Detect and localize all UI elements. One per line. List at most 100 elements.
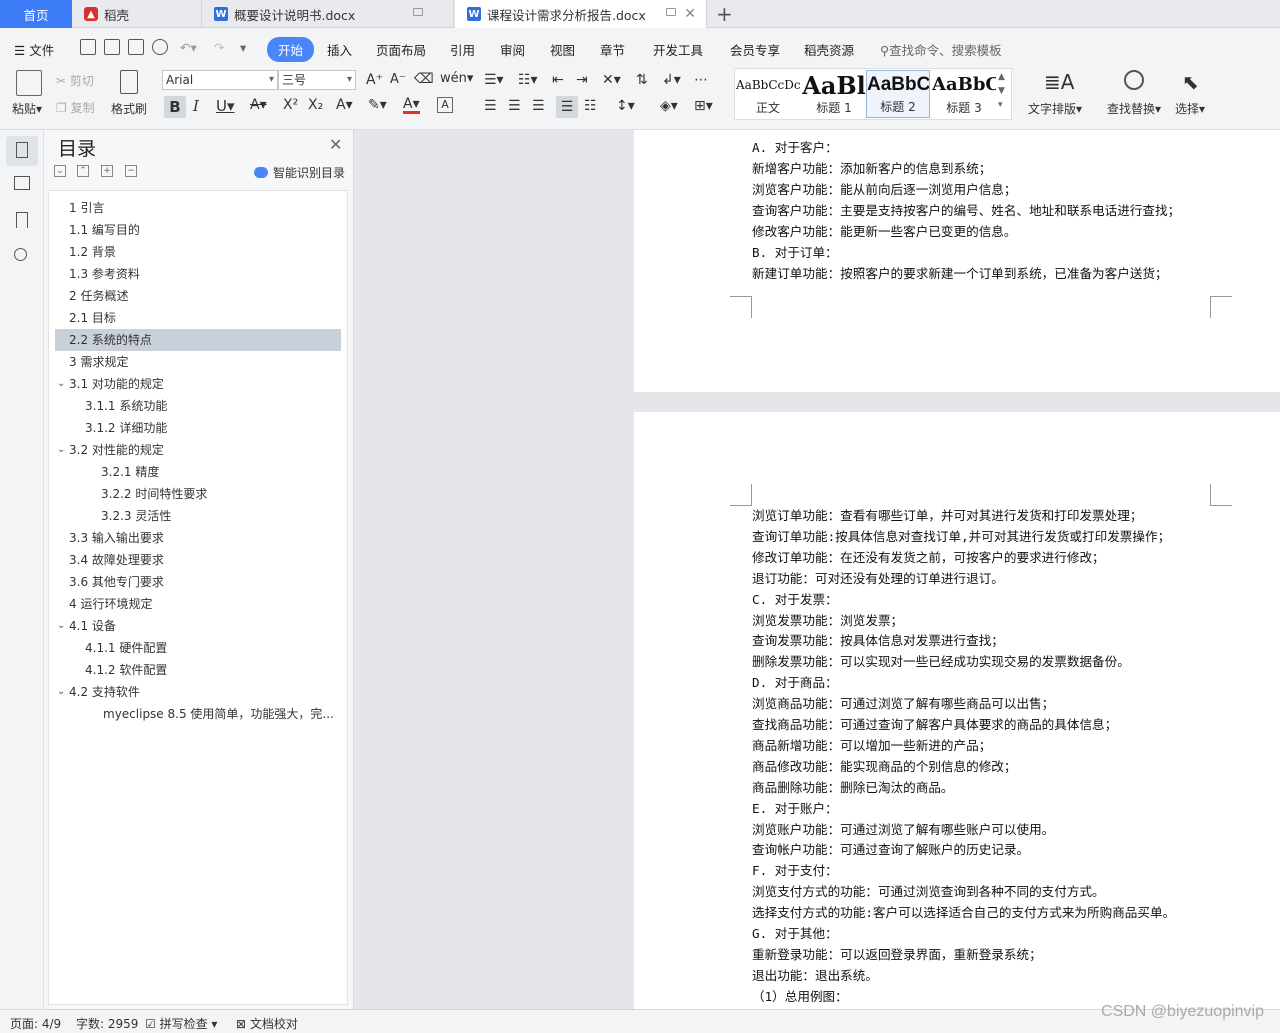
- font-size-select[interactable]: 三号: [278, 70, 356, 90]
- undo-icon[interactable]: ↶▾: [180, 40, 197, 55]
- page-indicator[interactable]: 页面: 4/9: [10, 1015, 61, 1032]
- select-cursor-icon[interactable]: ⬉: [1182, 70, 1199, 94]
- toc-item[interactable]: 3.4 故障处理要求: [55, 549, 341, 571]
- document-line[interactable]: 浏览订单功能：查看有哪些订单，并可对其进行发货和打印发票处理；: [752, 506, 1142, 526]
- toc-item[interactable]: 3.2.3 灵活性: [55, 505, 341, 527]
- toc-item[interactable]: 3.1.1 系统功能: [55, 395, 341, 417]
- toc-item[interactable]: 3.1.2 详细功能: [55, 417, 341, 439]
- paste-button[interactable]: 粘贴▾: [12, 100, 42, 117]
- document-line[interactable]: 商品修改功能：能实现商品的个别信息的修改；: [752, 757, 1016, 777]
- search-nav-icon[interactable]: [14, 248, 27, 261]
- toc-item[interactable]: 3.6 其他专门要求: [55, 571, 341, 593]
- document-line[interactable]: 删除发票功能：可以实现对一些已经成功实现交易的发票数据备份。: [752, 652, 1130, 672]
- toc-item[interactable]: ⌄ 3.2 对性能的规定: [55, 439, 341, 461]
- chinese-layout-icon[interactable]: ✕▾: [602, 72, 621, 88]
- print-preview-icon[interactable]: [152, 39, 168, 55]
- document-line[interactable]: D. 对于商品：: [752, 673, 838, 693]
- document-line[interactable]: 浏览发票功能：浏览发票；: [752, 611, 903, 631]
- menu-member[interactable]: 会员专享: [730, 40, 780, 59]
- command-search[interactable]: ⚲查找命令、搜索模板: [880, 40, 1002, 59]
- collapse-icon[interactable]: −: [125, 165, 137, 177]
- align-center-icon[interactable]: ☰: [508, 98, 521, 114]
- document-line[interactable]: A. 对于客户：: [752, 138, 838, 158]
- menu-insert[interactable]: 插入: [327, 40, 352, 59]
- increase-font-icon[interactable]: A⁺: [366, 72, 383, 88]
- bookmark-icon[interactable]: [16, 212, 28, 228]
- phonetic-guide-icon[interactable]: wén▾: [440, 71, 473, 86]
- pin-icon[interactable]: [666, 8, 676, 16]
- chapter-nav-icon[interactable]: [14, 176, 30, 190]
- tab-wps[interactable]: ▲ 稻壳: [72, 0, 202, 28]
- align-left-icon[interactable]: ☰: [484, 98, 497, 114]
- quick-access-more-icon[interactable]: ▾: [240, 40, 246, 55]
- document-line[interactable]: 查询客户功能：主要是支持按客户的编号、姓名、地址和联系电话进行查找；: [752, 201, 1180, 221]
- font-name-select[interactable]: Arial: [162, 70, 278, 90]
- toc-item[interactable]: 4.1.2 软件配置: [55, 659, 341, 681]
- menu-developer[interactable]: 开发工具: [653, 40, 703, 59]
- toc-item[interactable]: 3.3 输入输出要求: [55, 527, 341, 549]
- style-heading-2[interactable]: AaBbC 标题 2: [866, 70, 930, 118]
- document-line[interactable]: 新增客户功能：添加新客户的信息到系统；: [752, 159, 991, 179]
- collapse-all-icon[interactable]: ⌄: [54, 165, 66, 177]
- chevron-down-icon[interactable]: ⌄: [57, 439, 65, 461]
- shading-icon[interactable]: ◈▾: [660, 98, 678, 114]
- menu-docer-resources[interactable]: 稻壳资源: [804, 40, 854, 59]
- paste-icon[interactable]: [16, 70, 42, 96]
- document-line[interactable]: 修改订单功能：在还没有发货之前，可按客户的要求进行修改；: [752, 548, 1105, 568]
- toc-item[interactable]: 3.2.1 精度: [55, 461, 341, 483]
- line-spacing-icon[interactable]: ↕▾: [616, 98, 635, 114]
- toc-item[interactable]: 1.3 参考资料: [55, 263, 341, 285]
- toc-item[interactable]: 1 引言: [55, 197, 341, 219]
- spell-check-button[interactable]: ☑ 拼写检查 ▾: [145, 1015, 217, 1032]
- text-effect-button[interactable]: A▾: [336, 97, 353, 113]
- smart-toc-button[interactable]: 智能识别目录: [254, 164, 345, 181]
- style-heading-3[interactable]: AaBbC 标题 3: [932, 70, 996, 118]
- document-line[interactable]: 选择支付方式的功能:客户可以选择适合自己的支付方式来为所购商品买单。: [752, 903, 1175, 923]
- close-tab-icon[interactable]: ✕: [684, 6, 696, 22]
- toc-item[interactable]: ⌄ 4.2 支持软件: [55, 681, 341, 703]
- tab-doc-2[interactable]: W 课程设计需求分析报告.docx ✕: [455, 0, 707, 28]
- menu-chapter[interactable]: 章节: [600, 40, 625, 59]
- document-line[interactable]: 查找商品功能：可通过查询了解客户具体要求的商品的具体信息；: [752, 715, 1117, 735]
- justify-icon[interactable]: ☰: [556, 96, 578, 118]
- toc-item[interactable]: 2.1 目标: [55, 307, 341, 329]
- document-line[interactable]: 浏览账户功能：可通过浏览了解有哪些账户可以使用。: [752, 820, 1054, 840]
- style-heading-1[interactable]: AaBl 标题 1: [802, 70, 866, 118]
- document-line[interactable]: B. 对于订单：: [752, 243, 838, 263]
- save-icon[interactable]: [80, 39, 96, 55]
- word-count[interactable]: 字数: 2959: [76, 1015, 138, 1032]
- document-page[interactable]: A. 对于客户： 新增客户功能：添加新客户的信息到系统； 浏览客户功能：能从前向后逐…: [634, 130, 1280, 392]
- document-line[interactable]: （1）总用例图：: [752, 987, 848, 1007]
- expand-all-icon[interactable]: +: [101, 165, 113, 177]
- find-replace-icon[interactable]: [1124, 70, 1144, 90]
- chevron-down-icon[interactable]: ⌄: [57, 373, 65, 395]
- decrease-font-icon[interactable]: A⁻: [390, 72, 406, 87]
- toc-item[interactable]: 4 运行环境规定: [55, 593, 341, 615]
- print-icon[interactable]: [128, 39, 144, 55]
- document-line[interactable]: 修改客户功能：能更新一些客户已变更的信息。: [752, 222, 1016, 242]
- font-color-icon[interactable]: A▾: [403, 97, 420, 114]
- format-painter-icon[interactable]: [120, 70, 138, 94]
- clear-format-icon[interactable]: ⌫: [414, 71, 434, 87]
- underline-button[interactable]: U▾: [216, 97, 235, 115]
- menu-home[interactable]: 开始: [267, 37, 315, 62]
- close-icon[interactable]: ✕: [329, 135, 342, 154]
- chevron-down-icon[interactable]: ⌄: [57, 681, 65, 703]
- document-line[interactable]: G. 对于其他：: [752, 924, 838, 944]
- toc-item[interactable]: ⌄ 3.1 对功能的规定: [55, 373, 341, 395]
- document-line[interactable]: 查询发票功能：按具体信息对发票进行查找；: [752, 631, 1004, 651]
- bullet-list-icon[interactable]: ☰▾: [484, 72, 504, 88]
- decrease-indent-icon[interactable]: ⇤: [552, 72, 564, 88]
- distributed-align-icon[interactable]: ☷: [584, 98, 597, 114]
- text-direction-icon[interactable]: ⇅: [636, 72, 648, 88]
- toc-item[interactable]: 2.2 系统的特点: [55, 329, 341, 351]
- tab-stops-icon[interactable]: ⋯: [694, 72, 708, 88]
- document-line[interactable]: E. 对于账户：: [752, 799, 838, 819]
- highlight-icon[interactable]: ✎▾: [368, 97, 387, 113]
- style-normal[interactable]: AaBbCcDc 正文: [736, 70, 800, 118]
- document-line[interactable]: 浏览商品功能：可通过浏览了解有哪些商品可以出售；: [752, 694, 1054, 714]
- align-right-icon[interactable]: ☰: [532, 98, 545, 114]
- document-line[interactable]: 商品新增功能：可以增加一些新进的产品；: [752, 736, 991, 756]
- toc-item[interactable]: 4.1.1 硬件配置: [55, 637, 341, 659]
- document-page[interactable]: 浏览订单功能：查看有哪些订单，并可对其进行发货和打印发票处理； 查询订单功能:按具…: [634, 412, 1280, 1009]
